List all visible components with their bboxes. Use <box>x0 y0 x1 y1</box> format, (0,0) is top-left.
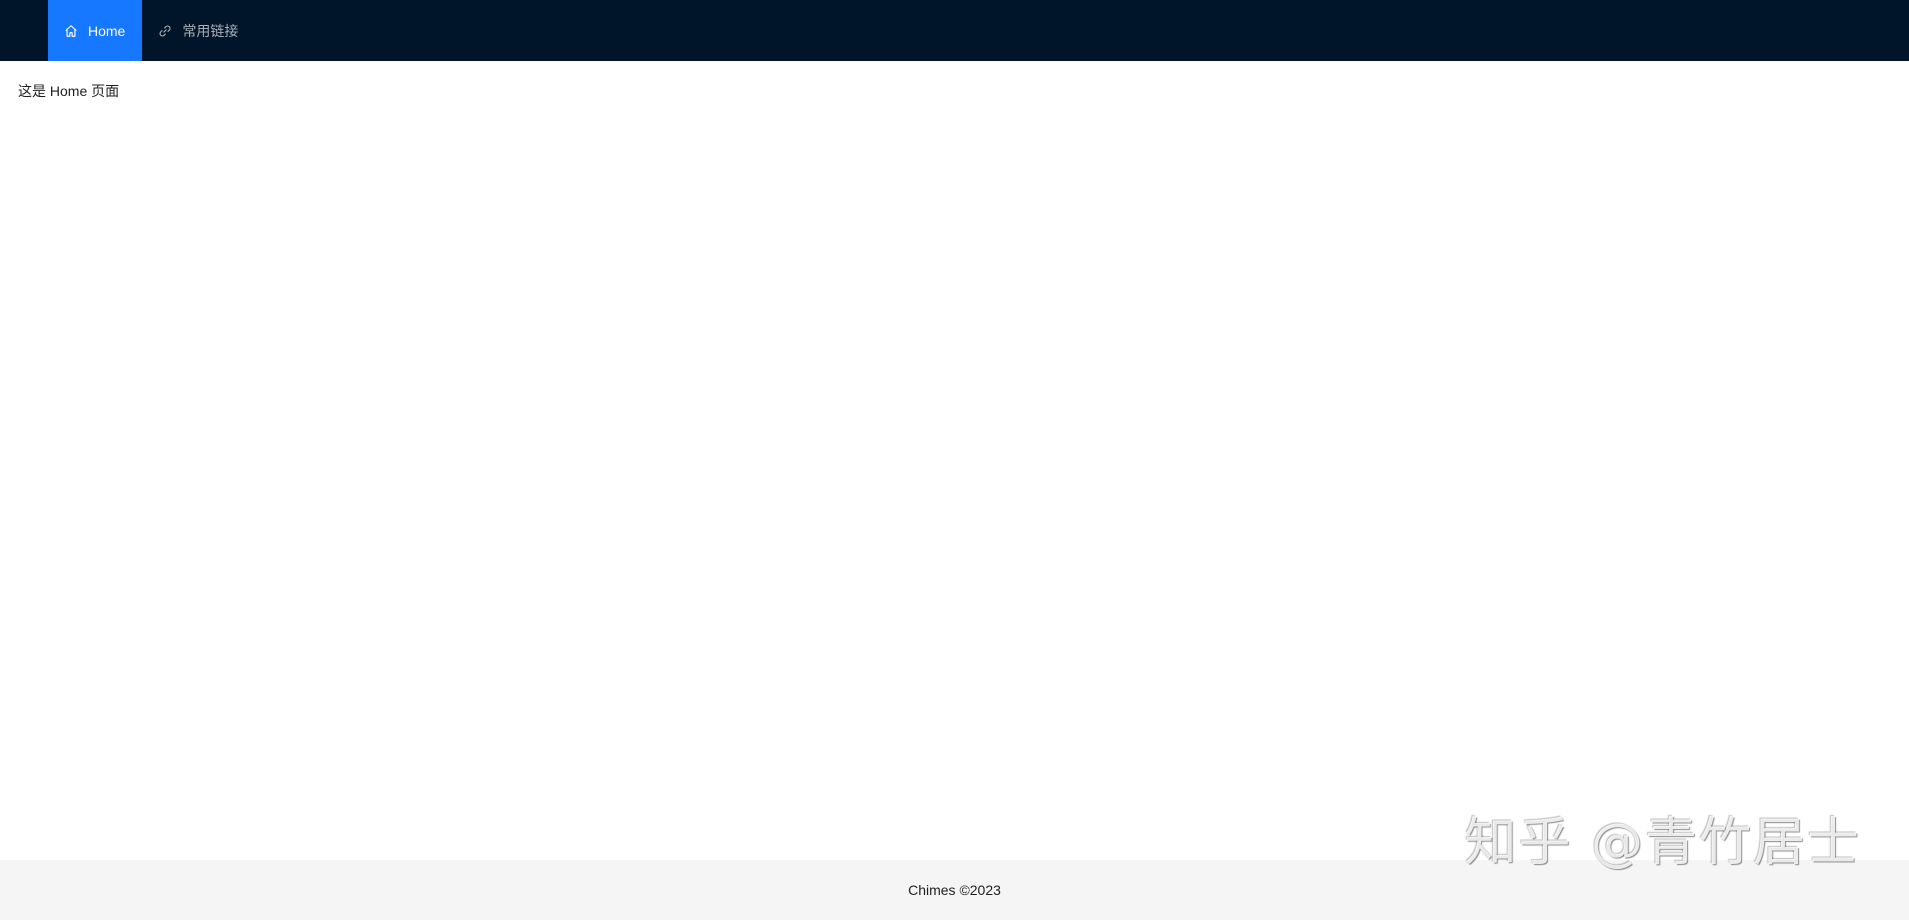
top-header: Home 常用链接 <box>0 0 1909 61</box>
menu-item-home-label: Home <box>88 22 126 39</box>
page-text: 这是 Home 页面 <box>18 83 120 99</box>
page-footer: Chimes ©2023 <box>0 860 1909 920</box>
menu-item-common-links[interactable]: 常用链接 <box>142 0 255 61</box>
main-content: 这是 Home 页面 <box>0 61 1909 860</box>
home-icon <box>64 24 78 38</box>
menu-item-common-links-label: 常用链接 <box>182 22 239 39</box>
top-nav-menu: Home 常用链接 <box>48 0 255 61</box>
footer-text: Chimes ©2023 <box>908 882 1001 898</box>
menu-item-home[interactable]: Home <box>48 0 143 61</box>
app-layout: Home 常用链接 这是 Home 页面 Chimes ©2023 知乎 @青竹… <box>0 0 1909 920</box>
link-icon <box>158 24 172 38</box>
